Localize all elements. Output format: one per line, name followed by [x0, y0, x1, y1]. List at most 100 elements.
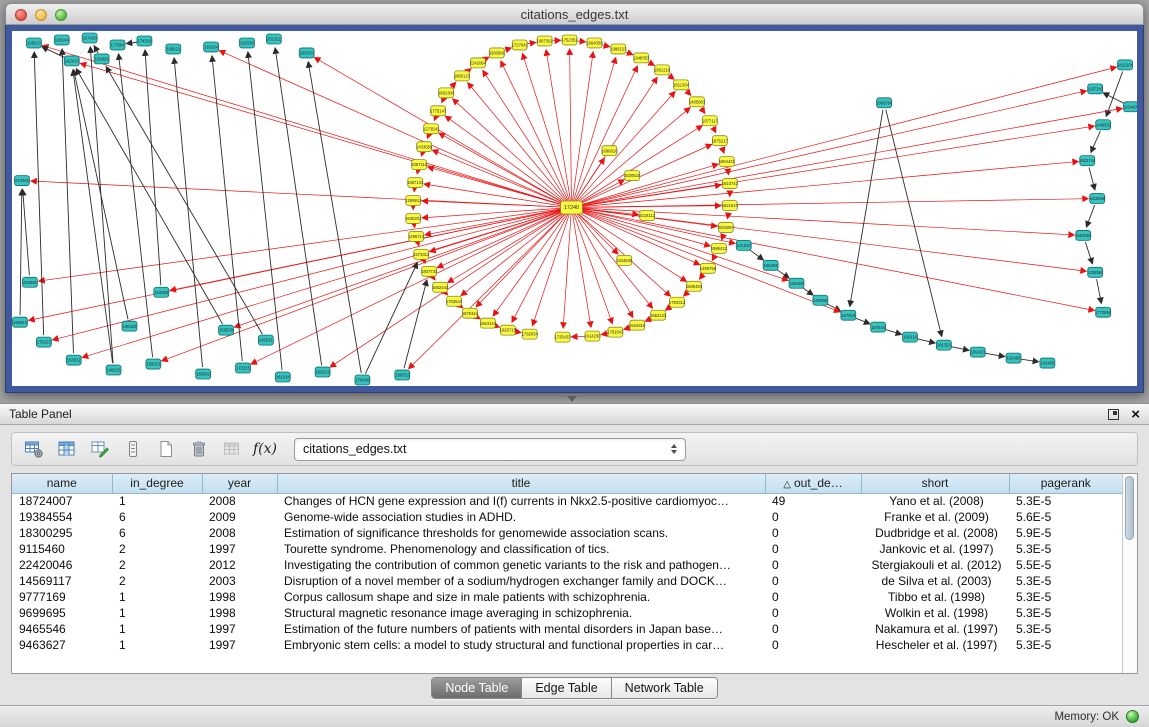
graph-node[interactable]: 1154408 — [1123, 102, 1137, 112]
table-cell-year[interactable]: 1997 — [202, 637, 277, 653]
graph-node[interactable]: 1986412 — [711, 243, 728, 253]
graph-node[interactable]: 1664050 — [586, 38, 603, 48]
graph-node[interactable]: 2260581 — [489, 48, 506, 58]
graph-node[interactable]: 192450 — [1040, 358, 1055, 368]
close-panel-icon[interactable]: × — [1131, 409, 1140, 420]
graph-node[interactable]: 190423 — [122, 321, 137, 331]
graph-node[interactable]: 1830202 — [405, 213, 422, 223]
graph-node[interactable]: 167420 — [82, 33, 97, 43]
graph-node[interactable]: 1524815 — [629, 320, 646, 330]
graph-node[interactable]: 2204097 — [718, 222, 735, 232]
new-file-button[interactable] — [152, 436, 180, 463]
table-cell-short[interactable]: Franke et al. (2009) — [861, 509, 1009, 525]
graph-node[interactable]: 1495759 — [700, 263, 717, 273]
table-row[interactable]: 946554611997Estimation of the future num… — [12, 621, 1122, 637]
graph-node[interactable]: 1652123 — [650, 310, 667, 320]
graph-node[interactable]: 2242064 — [470, 58, 487, 68]
table-cell-pagerank[interactable]: 5.3E-5 — [1009, 637, 1122, 653]
graph-node[interactable]: 176123 — [36, 337, 51, 347]
graph-node[interactable]: 226065 — [22, 277, 37, 287]
column-header-name[interactable]: name — [12, 474, 112, 493]
graph-node[interactable]: 195013 — [26, 38, 41, 48]
table-cell-in_degree[interactable]: 1 — [112, 605, 202, 621]
table-row[interactable]: 911546021997Tourette syndrome. Phenomeno… — [12, 541, 1122, 557]
table-cell-title[interactable]: Estimation of significance thresholds fo… — [277, 525, 765, 541]
graph-node[interactable]: 174310 — [137, 36, 152, 46]
table-cell-name[interactable]: 22420046 — [12, 557, 112, 573]
table-cell-name[interactable]: 9777169 — [12, 589, 112, 605]
graph-node[interactable]: 162013 — [64, 56, 79, 66]
graph-node[interactable]: 1881304 — [438, 88, 455, 98]
table-cell-name[interactable]: 18300295 — [12, 525, 112, 541]
show-rows-button[interactable] — [119, 436, 147, 463]
table-cell-title[interactable]: Estimation of the future numbers of pati… — [277, 621, 765, 637]
graph-node[interactable]: 177904 — [110, 40, 125, 50]
graph-node[interactable]: 169420 — [970, 347, 985, 357]
scrollbar-thumb[interactable] — [1125, 476, 1134, 540]
graph-node[interactable]: 115469 — [789, 278, 804, 288]
table-cell-pagerank[interactable]: 5.6E-5 — [1009, 509, 1122, 525]
table-cell-pagerank[interactable]: 5.3E-5 — [1009, 605, 1122, 621]
tab-network-table[interactable]: Network Table — [611, 678, 717, 698]
table-cell-title[interactable]: Tourette syndrome. Phenomenology and cla… — [277, 541, 765, 557]
graph-node[interactable]: 1973312 — [413, 249, 430, 259]
graph-node[interactable]: 1433659 — [416, 142, 433, 152]
graph-node[interactable]: 1727641 — [512, 40, 529, 50]
table-cell-in_degree[interactable]: 1 — [112, 589, 202, 605]
table-cell-year[interactable]: 2012 — [202, 557, 277, 573]
graph-node[interactable]: 1968794 — [876, 98, 893, 108]
table-cell-title[interactable]: Changes of HCN gene expression and I(f) … — [277, 493, 765, 509]
graph-node[interactable]: 169312 — [395, 370, 410, 380]
graph-node[interactable]: 109965 — [813, 295, 828, 305]
table-cell-out_degree[interactable]: 0 — [765, 573, 861, 589]
graph-node[interactable]: 1926715 — [500, 325, 517, 335]
table-row[interactable]: 1830029562008Estimation of significance … — [12, 525, 1122, 541]
table-cell-in_degree[interactable]: 2 — [112, 541, 202, 557]
graph-node[interactable]: 190213 — [315, 367, 330, 377]
graph-node[interactable]: 181323 — [936, 340, 951, 350]
graph-node[interactable]: 190810 — [12, 317, 27, 327]
graph-node[interactable]: 2057110 — [411, 160, 428, 170]
tab-edge-table[interactable]: Edge Table — [521, 678, 610, 698]
graph-node[interactable]: 2216112 — [639, 210, 656, 220]
graph-node[interactable]: 213046 — [14, 176, 29, 186]
table-cell-short[interactable]: Wolkin et al. (1998) — [861, 605, 1009, 621]
graph-node[interactable]: 1775147 — [430, 106, 447, 116]
graph-node[interactable]: 1986123 — [610, 44, 627, 54]
table-cell-in_degree[interactable]: 2 — [112, 573, 202, 589]
tab-node-table[interactable]: Node Table — [432, 678, 521, 698]
graph-node[interactable]: 148223 — [106, 365, 121, 375]
graph-node[interactable]: 168821 — [166, 44, 181, 54]
table-cell-year[interactable]: 2009 — [202, 509, 277, 525]
graph-node[interactable]: 165493 — [763, 260, 778, 270]
table-cell-in_degree[interactable]: 6 — [112, 525, 202, 541]
vertical-scrollbar[interactable] — [1122, 474, 1137, 673]
graph-node[interactable]: 192450 — [1006, 353, 1021, 363]
graph-node[interactable]: 172215 — [236, 363, 251, 373]
graph-node[interactable]: 159013 — [146, 359, 161, 369]
graph-node[interactable]: 1860123 — [454, 71, 471, 81]
column-header-title[interactable]: title — [277, 474, 765, 493]
graph-node[interactable]: 1685493 — [686, 281, 703, 291]
table-cell-name[interactable]: 19384554 — [12, 509, 112, 525]
graph-node[interactable]: 1448531 — [1095, 120, 1112, 130]
table-cell-short[interactable]: Dudbridge et al. (2008) — [861, 525, 1009, 541]
table-cell-name[interactable]: 9463627 — [12, 637, 112, 653]
graph-node[interactable]: 159820 — [94, 54, 109, 64]
float-panel-icon[interactable] — [1108, 409, 1119, 420]
graph-node[interactable]: 216065 — [154, 287, 169, 297]
table-cell-title[interactable]: Structural magnetic resonance image aver… — [277, 605, 765, 621]
table-cell-pagerank[interactable]: 5.3E-5 — [1009, 573, 1122, 589]
table-cell-pagerank[interactable]: 5.9E-5 — [1009, 525, 1122, 541]
graph-node[interactable]: 17240 — [561, 201, 583, 214]
table-cell-title[interactable]: Embryonic stem cells: a model to study s… — [277, 637, 765, 653]
graph-node[interactable]: 1821610 — [722, 201, 739, 211]
graph-node[interactable]: 201322 — [266, 34, 281, 44]
table-cell-year[interactable]: 1998 — [202, 605, 277, 621]
graph-node[interactable]: 1696910 — [601, 146, 618, 156]
table-cell-out_degree[interactable]: 0 — [765, 525, 861, 541]
table-cell-name[interactable]: 9465546 — [12, 621, 112, 637]
graph-node[interactable]: 1875217 — [712, 136, 729, 146]
graph-node[interactable]: 150530 — [219, 325, 234, 335]
edit-table-button[interactable] — [86, 436, 114, 463]
